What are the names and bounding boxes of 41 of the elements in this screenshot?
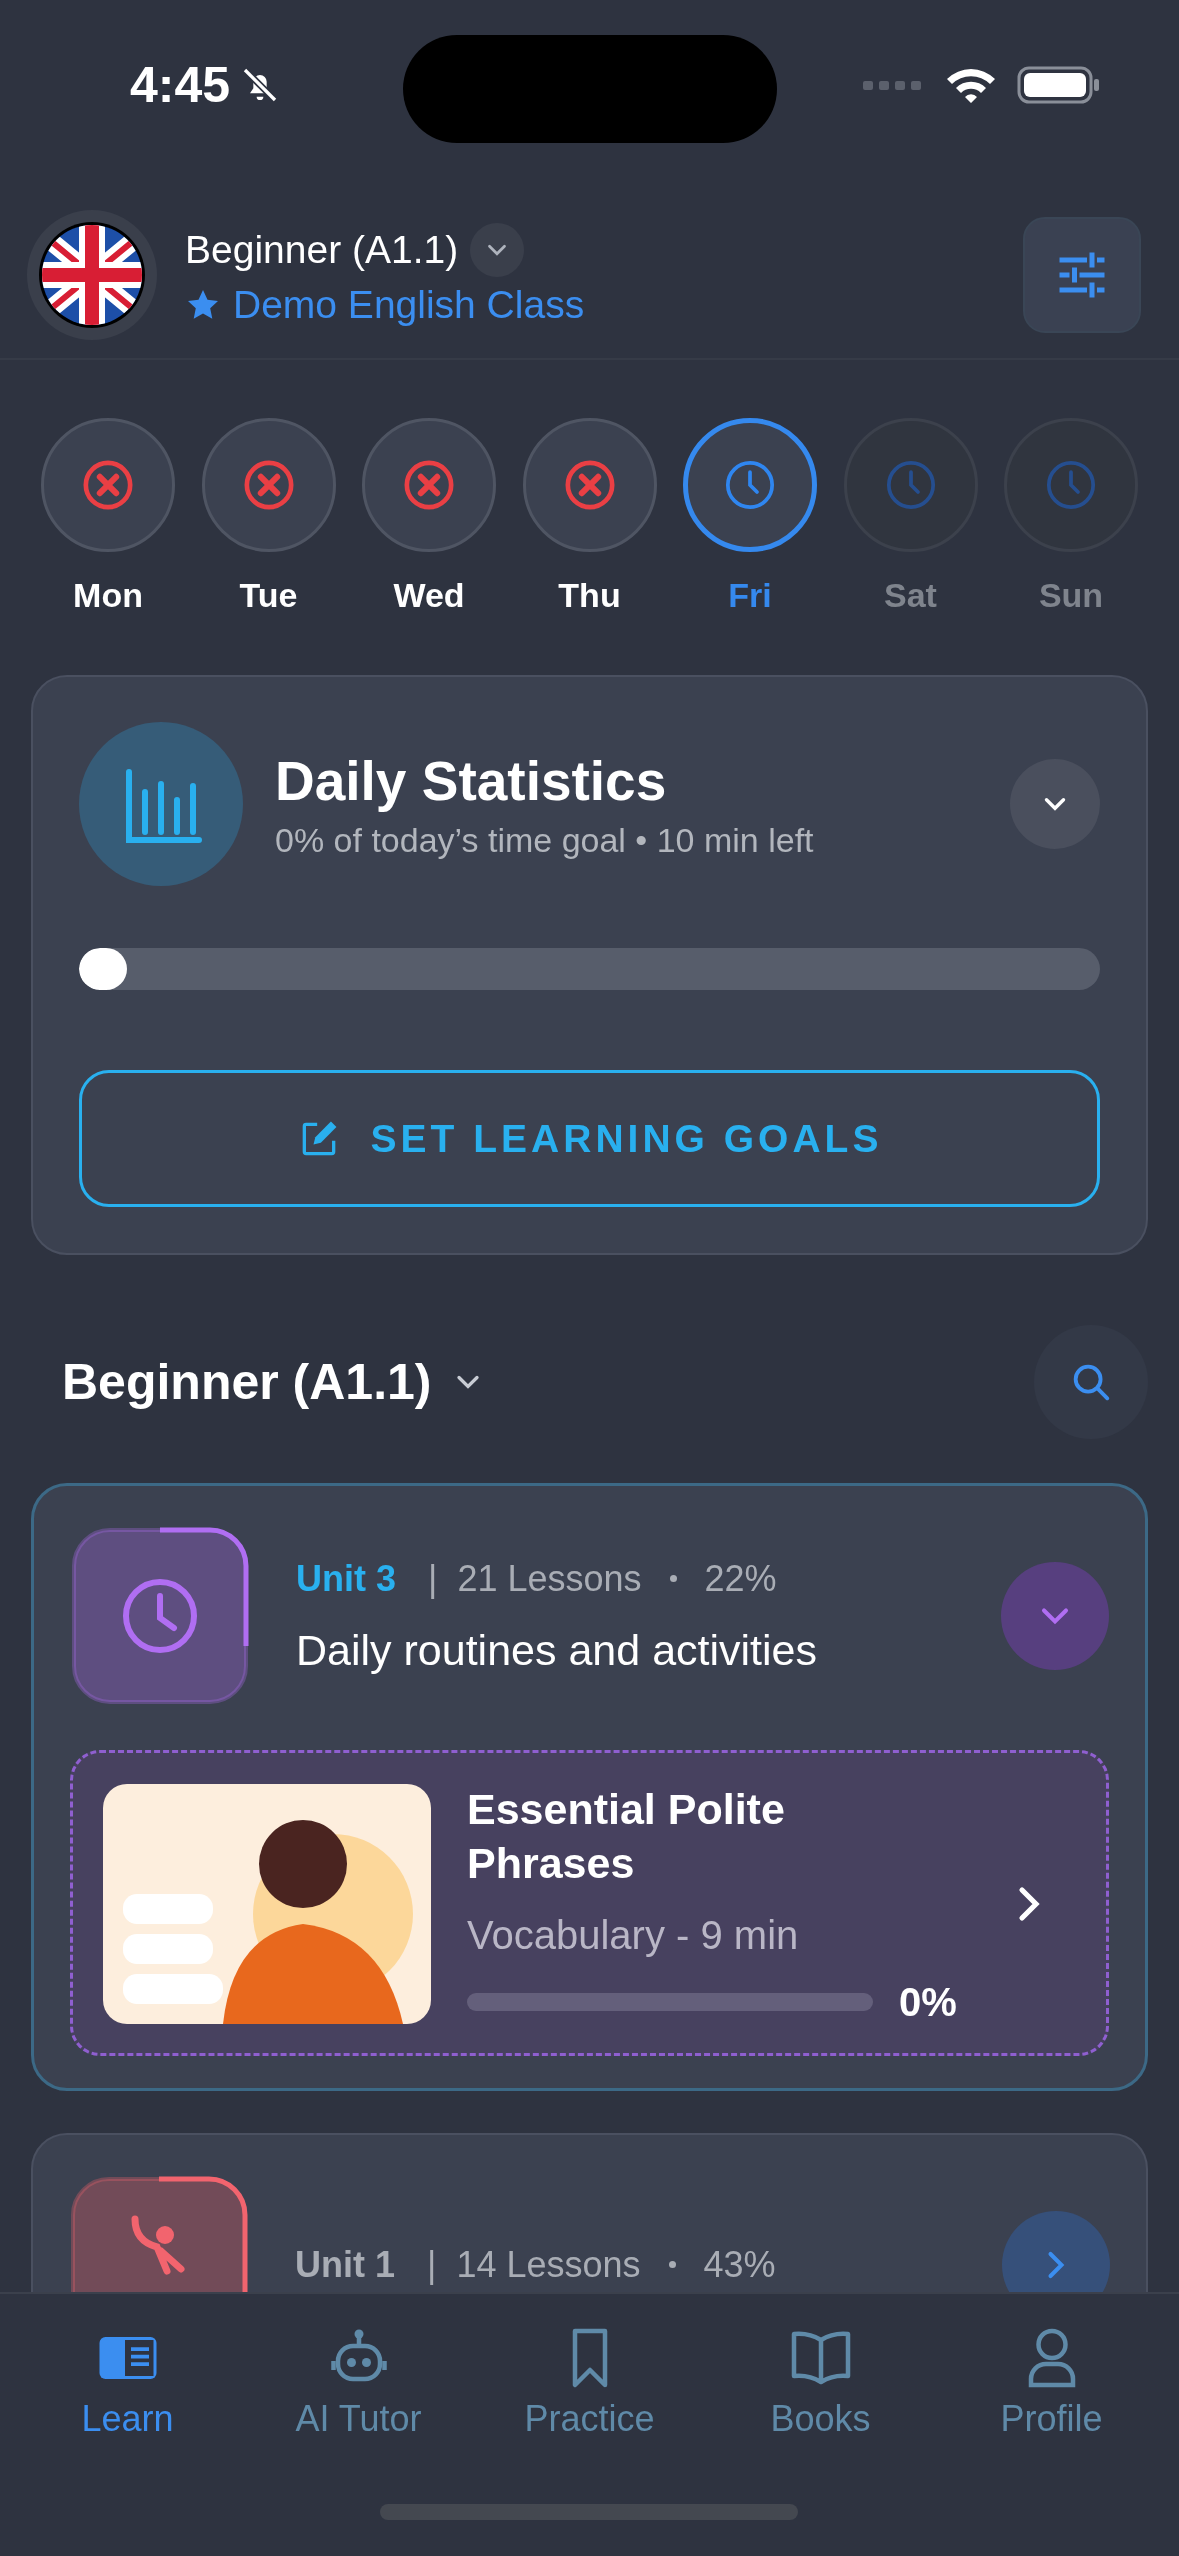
day-label: Thu — [558, 576, 621, 615]
signal-icon — [863, 78, 923, 92]
bar-chart-icon — [79, 722, 243, 886]
lesson-card[interactable]: Essential Polite Phrases Vocabulary - 9 min 0% — [70, 1750, 1109, 2056]
separator-dot — [668, 2261, 676, 2268]
day-label: Fri — [728, 576, 772, 615]
unit-number: Unit 1 — [295, 2243, 395, 2286]
lesson-progress-percent: 0% — [899, 1979, 957, 2025]
unit-number: Unit 3 — [296, 1557, 396, 1600]
status-time: 4:45 — [130, 56, 231, 114]
separator: | — [428, 1557, 438, 1600]
day-label: Tue — [239, 576, 298, 615]
lesson-count: 14 Lessons — [456, 2243, 641, 2286]
daily-statistics-title: Daily Statistics — [275, 748, 668, 813]
unit-progress-percent: 22% — [704, 1557, 777, 1600]
filter-settings-button[interactable] — [1023, 217, 1141, 333]
tab[interactable]: Profile — [951, 2322, 1152, 2440]
day-label: Wed — [393, 576, 465, 615]
class-name[interactable]: Demo English Class — [233, 283, 585, 327]
lesson-title: Essential Polite Phrases — [467, 1784, 786, 1889]
battery-icon — [1017, 65, 1101, 105]
separator: | — [427, 2243, 437, 2286]
course-title[interactable]: Beginner (A1.1) — [62, 1353, 432, 1411]
set-learning-goals-button[interactable]: SET LEARNING GOALS — [79, 1070, 1100, 1207]
day-label: Mon — [73, 576, 143, 615]
uk-flag-icon — [25, 208, 159, 342]
unit-title: Daily routines and activities — [296, 1625, 819, 1675]
day-label: Sat — [884, 576, 937, 615]
tab[interactable]: AI Tutor — [258, 2322, 459, 2440]
day-label: Sun — [1038, 576, 1104, 615]
tab[interactable]: Learn — [27, 2322, 228, 2440]
lesson-details: Vocabulary - 9 min — [467, 1912, 800, 1958]
unit-card[interactable]: Unit 1 | 14 Lessons 43% — [31, 2132, 1148, 2292]
unit-progress-percent: 43% — [703, 2243, 776, 2286]
separator-dot — [669, 1575, 677, 1582]
lesson-count: 21 Lessons — [457, 1557, 642, 1600]
daily-goal-summary: 0% of today’s time goal • 10 min left — [275, 820, 815, 860]
tab[interactable]: Practice — [489, 2322, 690, 2440]
level-title: Beginner (A1.1) — [185, 228, 459, 272]
tab[interactable]: Books — [720, 2322, 921, 2440]
unit-card[interactable]: Unit 3 | 21 Lessons 22% Daily routines and activities Essential Polite Phrases Vocabulary - 9 min 0% — [31, 1483, 1148, 2091]
